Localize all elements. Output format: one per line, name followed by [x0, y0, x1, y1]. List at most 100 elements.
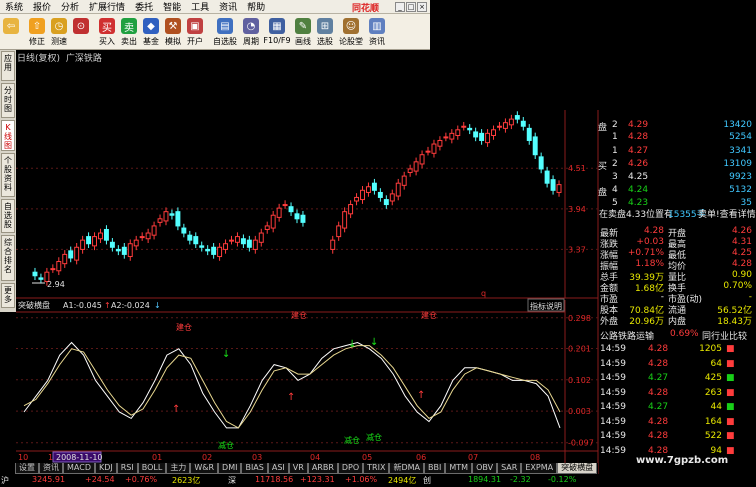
indicator-tab-7[interactable]: W&R	[190, 463, 219, 474]
candle	[401, 171, 407, 190]
back-button[interactable]: ⇦	[0, 15, 22, 49]
open-button[interactable]: ▣ 开户	[184, 15, 206, 49]
candle	[377, 188, 383, 202]
buy-button[interactable]: 买买入	[96, 15, 118, 49]
draw-button[interactable]: ✎ 画线	[292, 15, 314, 49]
indicator-tab-3[interactable]: KDJ	[94, 463, 117, 474]
estimate-button[interactable]: ◷ 测速	[48, 15, 70, 49]
indicator-tab-0[interactable]: 设置	[15, 463, 39, 474]
price-tick-label: 3.37	[568, 245, 586, 254]
candle	[330, 235, 336, 254]
self-select-button[interactable]: ▤ 自选股	[210, 15, 240, 49]
buy-price: 4.24	[628, 185, 649, 195]
menu-bar: 系统 报价 分析 扩展行情 委托 智能 工具 资讯 帮助 同花顺 _ □ ×	[0, 0, 430, 14]
indicator-tab-14[interactable]: TRIX	[363, 463, 390, 474]
candle	[127, 239, 133, 261]
indicator-tab-6[interactable]: 主力	[166, 463, 191, 474]
minimize-icon[interactable]: _	[395, 2, 405, 12]
indicator-tab-9[interactable]: BIAS	[241, 463, 268, 474]
up-arrow-icon: ⇧	[29, 18, 45, 34]
news-button[interactable]: ▥ 资讯	[366, 15, 388, 49]
indicator-tab-19[interactable]: SAR	[497, 463, 522, 474]
low-label: 2.94	[47, 280, 65, 289]
f10-button[interactable]: ▦ F10/F9	[262, 15, 292, 49]
indicator-tab-1[interactable]: 资讯	[39, 463, 63, 474]
indicator-tick-label: 0.003	[568, 407, 591, 416]
period-button[interactable]: ◔ 周期	[240, 15, 262, 49]
candle	[425, 146, 431, 156]
period-icon: ◔	[243, 18, 259, 34]
candle	[282, 200, 288, 209]
candle	[467, 124, 473, 135]
menu-news[interactable]: 资讯	[214, 0, 242, 13]
candle	[62, 250, 68, 268]
time-tick-label: 05	[362, 453, 372, 462]
candle	[365, 182, 371, 197]
a1-value: -0.045	[76, 301, 102, 310]
candle	[199, 241, 205, 252]
indicator-tab-17[interactable]: MTM	[445, 463, 473, 474]
buy-price: 4.27	[628, 146, 649, 156]
menu-smart[interactable]: 智能	[158, 0, 186, 13]
tick-direction-icon: ■	[726, 431, 735, 441]
indicator-tab-8[interactable]: DMI	[218, 463, 242, 474]
a2-value: -0.024	[124, 301, 150, 310]
indicator-tick-label: 0.201	[568, 344, 591, 353]
candle	[300, 210, 306, 227]
indicator-tab-21[interactable]: 突破横盘	[557, 463, 598, 474]
indicator-tab-12[interactable]: ARBR	[307, 463, 338, 474]
price-tick-label: 3.94	[568, 205, 586, 214]
indicator-tab-10[interactable]: ASI	[267, 463, 289, 474]
candle	[348, 200, 354, 219]
indicator-tab-15[interactable]: 新DMA	[389, 463, 425, 474]
timer-button[interactable]: ⊙	[70, 15, 92, 49]
buy-side-label2: 盘	[598, 188, 608, 198]
open-label: 开户	[187, 37, 203, 46]
menu-trade[interactable]: 委托	[130, 0, 158, 13]
sector-name: 公路铁路运输	[600, 332, 655, 342]
fund-button[interactable]: ◆ 基金	[140, 15, 162, 49]
fund-icon: ◆	[143, 18, 159, 34]
menu-help[interactable]: 帮助	[242, 0, 270, 13]
sell-button[interactable]: 卖卖出	[118, 15, 140, 49]
menu-system[interactable]: 系统	[0, 0, 28, 13]
close-icon[interactable]: ×	[417, 2, 427, 12]
tick-volume: 64	[710, 358, 722, 369]
candle	[163, 207, 169, 226]
forum-button[interactable]: ☺ 论股堂	[336, 15, 366, 49]
indicator-tab-2[interactable]: MACD	[63, 463, 95, 474]
sell-signal-label: 减仓	[366, 432, 382, 442]
candle	[151, 221, 157, 240]
indicator-tab-5[interactable]: BOLL	[137, 463, 167, 474]
index-cy-value: 1894.31	[468, 475, 502, 484]
menu-tools[interactable]: 工具	[186, 0, 214, 13]
pick-button[interactable]: ⊞ 选股	[314, 15, 336, 49]
simulate-button[interactable]: ⚒ 模拟	[162, 15, 184, 49]
indicator-tab-4[interactable]: RSI	[116, 463, 138, 474]
candle	[32, 267, 38, 281]
revise-button[interactable]: ⇧ 修正	[26, 15, 48, 49]
candle	[264, 221, 270, 234]
tick-time: 14:59	[600, 344, 626, 354]
menu-analysis[interactable]: 分析	[56, 0, 84, 13]
hammer-icon: ⚒	[165, 18, 181, 34]
tick-time: 14:59	[600, 387, 626, 398]
draw-label: 画线	[295, 37, 311, 46]
candle	[520, 116, 526, 131]
menu-extended[interactable]: 扩展行情	[84, 0, 130, 13]
index-sh-change: +24.54	[85, 475, 115, 484]
sell-icon: 卖	[121, 18, 137, 34]
indicator-tab-13[interactable]: DPO	[337, 463, 364, 474]
candle	[145, 228, 151, 244]
menu-quote[interactable]: 报价	[28, 0, 56, 13]
indicator-tab-11[interactable]: VR	[288, 463, 308, 474]
index-cy-label: 创	[423, 476, 431, 485]
buy-signal-label: 建仓	[421, 310, 437, 320]
candle	[98, 228, 103, 244]
stat-value2: 18.43万	[717, 317, 752, 327]
indicator-tab-20[interactable]: EXPMA	[521, 463, 558, 474]
indicator-tab-18[interactable]: OBV	[472, 463, 498, 474]
compare-link[interactable]: 同行业比较	[702, 329, 747, 342]
indicator-tab-16[interactable]: BBI	[424, 463, 446, 474]
maximize-icon[interactable]: □	[406, 2, 416, 12]
